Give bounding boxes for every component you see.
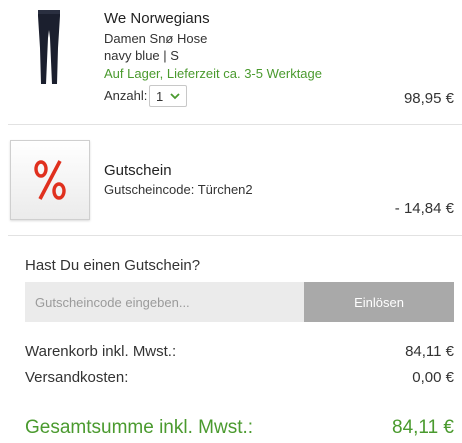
total-label: Gesamtsumme inkl. Mwst.: [25,417,254,438]
cart-item: We Norwegians Damen Snø Hose navy blue |… [0,0,462,124]
coupon-code-input[interactable] [25,282,304,322]
product-name[interactable]: Damen Snø Hose [104,31,207,46]
item-price: 98,95 € [403,90,454,107]
divider [8,124,462,125]
redeem-button[interactable]: Einlösen [304,282,454,322]
product-variant: navy blue | S [104,48,179,63]
coupon-title: Gutschein [104,162,172,179]
product-image[interactable] [10,8,88,86]
coupon-amount: - 14,84 € [394,200,454,217]
quantity-value: 1 [156,88,164,104]
quantity-select[interactable]: 1 [149,85,187,107]
product-brand[interactable]: We Norwegians [104,10,210,27]
quantity-label: Anzahl: [104,88,148,103]
subtotal-value: 84,11 € [405,343,454,360]
leggings-icon [38,10,60,84]
total-value: 84,11 € [392,417,454,438]
percent-icon [34,160,66,200]
chevron-down-icon [170,93,180,100]
stock-status: Auf Lager, Lieferzeit ca. 3-5 Werktage [104,66,322,81]
subtotal-label: Warenkorb inkl. Mwst.: [25,343,177,360]
shipping-label: Versandkosten: [25,369,129,386]
coupon-form-heading: Hast Du einen Gutschein? [25,257,201,274]
coupon-code: Gutscheincode: Türchen2 [104,182,253,197]
divider [8,235,462,236]
coupon-icon [10,140,90,220]
shipping-value: 0,00 € [412,369,454,386]
